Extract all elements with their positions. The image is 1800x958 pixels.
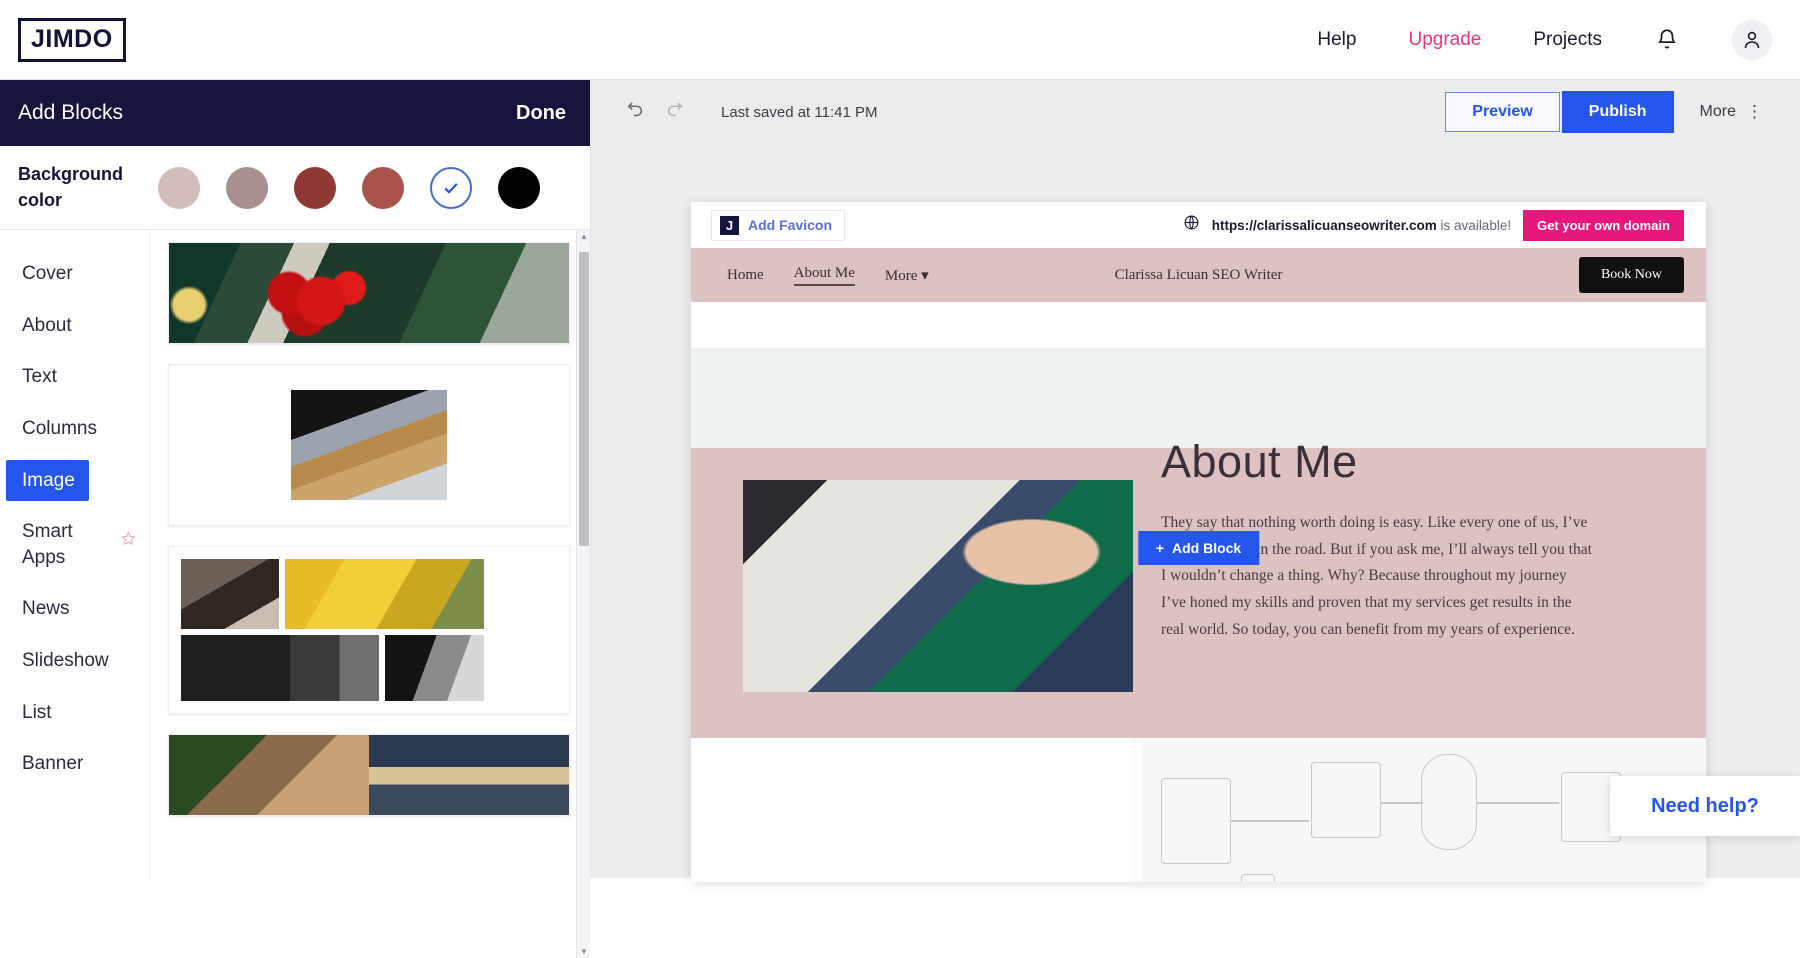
panel-scrollbar[interactable]: ▲ ▼ [576,230,590,958]
sketch-connector [1231,820,1309,822]
bell-icon[interactable] [1654,27,1680,53]
category-about[interactable]: About [0,300,149,352]
background-color-row: Background color [0,146,590,230]
globe-icon [1183,214,1200,236]
bottom-section [691,738,1706,882]
block-thumb-centered-image[interactable] [168,364,570,526]
add-favicon-label: Add Favicon [748,217,833,233]
category-image[interactable]: Image [6,459,89,502]
about-me-section: About Me They say that nothing worth doi… [691,436,1706,738]
toolbar-actions: Preview Publish More ⋮ [1445,91,1764,133]
about-me-text-block: About Me They say that nothing worth doi… [1133,436,1603,738]
done-button[interactable]: Done [516,102,566,125]
block-thumb-two-image-row[interactable] [168,734,570,816]
flowers-photo [169,243,569,343]
site-nav-home[interactable]: Home [727,267,764,284]
swatch-2[interactable] [226,166,268,209]
bottom-blank-column [691,738,1131,882]
woman-photo [169,735,369,815]
swatch-1[interactable] [158,166,200,209]
undo-icon[interactable] [623,98,645,126]
swatch-6[interactable] [498,166,540,209]
category-banner[interactable]: Banner [0,738,149,790]
site-nav-more[interactable]: More ▾ [885,266,929,285]
need-help-widget[interactable]: Need help? [1610,776,1800,836]
swatch-4[interactable] [362,166,404,209]
panel-header: Add Blocks Done [0,80,590,146]
need-help-label: Need help? [1651,794,1759,817]
scroll-down-arrow[interactable]: ▼ [580,947,588,956]
scrollbar-thumb[interactable] [579,252,589,546]
add-block-label: Add Block [1171,540,1242,556]
editor-area: Last saved at 11:41 PM Preview Publish M… [591,80,1800,882]
block-thumb-full-width-image[interactable] [168,242,570,344]
category-news[interactable]: News [0,583,149,635]
sketch-shape [1421,754,1477,850]
category-text[interactable]: Text [0,351,149,403]
jimdo-logo[interactable]: JIMDO [18,17,126,62]
background-color-label: Background color [18,164,124,210]
domain-url: https://clarissalicuanseowriter.com [1211,217,1437,233]
site-nav: Home About Me More ▾ Clarissa Licuan SEO… [691,248,1706,302]
publish-button[interactable]: Publish [1561,91,1674,133]
book-now-button[interactable]: Book Now [1578,257,1684,293]
desk-laptop-photo [291,390,447,500]
nav-help[interactable]: Help [1317,29,1356,51]
sunset-photo [369,735,569,815]
chevron-down-icon: ▾ [921,267,929,284]
plus-icon: + [1155,540,1164,556]
category-list[interactable]: List [0,687,149,739]
last-saved-text: Last saved at 11:41 PM [721,103,878,121]
site-preview-topbar: J Add Favicon https://clarissalicuanseow… [691,202,1706,248]
sketch-connector [1381,802,1423,804]
gallery-grid [169,547,569,713]
domain-bar: https://clarissalicuanseowriter.com is a… [1183,209,1684,241]
dropzone-band [691,348,1706,448]
star-icon [120,530,137,552]
block-category-list: Cover About Text Columns Image Smart Apps… [0,230,150,878]
app-top-bar: JIMDO Help Upgrade Projects [0,0,1800,80]
kebab-menu-icon[interactable]: ⋮ [1746,102,1764,122]
sketch-shape [1241,874,1275,882]
add-block-button[interactable]: + Add Block [1137,531,1260,565]
check-icon [444,182,458,194]
nav-upgrade[interactable]: Upgrade [1408,29,1481,51]
swatch-3[interactable] [294,166,336,209]
about-me-heading: About Me [1161,436,1358,487]
sketch-shape [1311,762,1381,838]
add-favicon-button[interactable]: J Add Favicon [711,209,846,241]
scroll-up-arrow[interactable]: ▲ [580,232,588,241]
category-slideshow[interactable]: Slideshow [0,635,149,687]
sketch-shape [1161,778,1231,864]
editor-toolbar: Last saved at 11:41 PM Preview Publish M… [591,80,1800,144]
gallery-photo-3 [181,635,379,701]
category-columns[interactable]: Columns [0,403,149,455]
domain-suffix: is available! [1436,217,1512,233]
about-me-body: They say that nothing worth doing is eas… [1161,514,1592,638]
nav-projects[interactable]: Projects [1533,29,1602,51]
get-your-own-domain-button[interactable]: Get your own domain [1523,209,1684,241]
domain-availability-text: https://clarissalicuanseowriter.com is a… [1212,218,1511,233]
panel-body: Cover About Text Columns Image Smart Apps… [0,230,590,878]
gallery-photo-2 [285,559,484,629]
block-thumbnail-list [150,230,590,878]
woman-writing-notebook-photo[interactable] [743,480,1133,692]
jimdo-mark-icon: J [720,215,739,235]
swatch-5-selected[interactable] [430,166,472,209]
user-avatar-icon[interactable] [1732,19,1772,60]
top-navigation: Help Upgrade Projects [1317,19,1800,60]
add-blocks-panel: Add Blocks Done Background color Cover A… [0,80,591,958]
site-nav-about-me[interactable]: About Me [793,265,855,286]
panel-title: Add Blocks [18,101,124,124]
block-thumb-image-gallery[interactable] [168,546,570,714]
sketch-connector [1477,802,1559,804]
gallery-photo-4 [385,635,484,701]
gallery-photo-1 [181,559,279,629]
category-cover[interactable]: Cover [0,248,149,300]
redo-icon[interactable] [665,98,687,126]
site-preview-card: J Add Favicon https://clarissalicuanseow… [691,202,1706,882]
color-swatches [158,166,540,209]
more-button[interactable]: More [1700,103,1736,121]
preview-button[interactable]: Preview [1445,92,1560,132]
